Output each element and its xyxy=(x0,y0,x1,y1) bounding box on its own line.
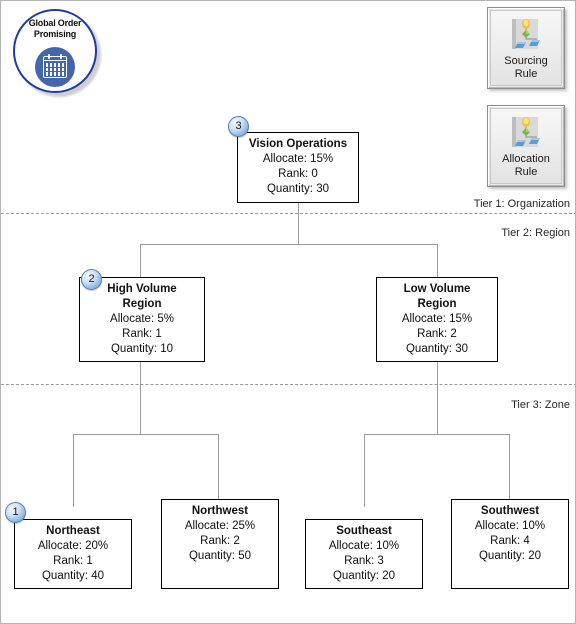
node-northeast-allocate: Allocate: 20% xyxy=(37,540,109,552)
node-southwest-rank: Rank: 4 xyxy=(490,535,530,547)
node-southeast[interactable]: Southeast Allocate: 10% Rank: 3 Quantity… xyxy=(305,519,423,589)
node-vision-operations-rank: Rank: 0 xyxy=(278,168,318,180)
badge-title-line2: Promising xyxy=(33,29,77,39)
allocation-rule-tree-icon xyxy=(512,117,540,147)
node-southeast-rank: Rank: 3 xyxy=(344,555,384,567)
node-northeast[interactable]: Northeast Allocate: 20% Rank: 1 Quantity… xyxy=(14,519,132,589)
node-vision-operations-name: Vision Operations xyxy=(248,138,348,150)
allocation-rule-label-line2: Rule xyxy=(514,166,538,178)
badge-title-line1: Global Order xyxy=(28,18,82,28)
node-vision-operations[interactable]: Vision Operations Allocate: 15% Rank: 0 … xyxy=(237,132,359,203)
node-low-volume-region-rank: Rank: 2 xyxy=(417,328,457,340)
node-northeast-rank: Rank: 1 xyxy=(53,555,93,567)
sourcing-rule-button-face: Sourcing Rule xyxy=(490,10,562,86)
node-northwest-quantity: Quantity: 50 xyxy=(188,550,251,562)
callout-1: 1 xyxy=(5,502,26,523)
connector-to-southwest xyxy=(509,434,510,499)
node-high-volume-region-quantity: Quantity: 10 xyxy=(110,343,173,355)
sourcing-rule-button[interactable]: Sourcing Rule xyxy=(487,7,565,89)
node-northwest-rank: Rank: 2 xyxy=(200,535,240,547)
connector-to-northeast xyxy=(73,434,74,507)
allocation-rule-label-line1: Allocation xyxy=(502,153,550,165)
calendar-glyph xyxy=(43,54,67,78)
connector-to-northwest xyxy=(218,434,219,499)
connector-zone-left-horizontal xyxy=(73,434,219,435)
node-southeast-name: Southeast xyxy=(336,525,392,537)
callout-3: 3 xyxy=(228,116,249,137)
sourcing-rule-tree-icon xyxy=(512,19,540,49)
connector-region-horizontal xyxy=(140,244,438,245)
node-vision-operations-allocate: Allocate: 15% xyxy=(262,153,334,165)
node-southwest-name: Southwest xyxy=(480,505,540,517)
node-southeast-allocate: Allocate: 10% xyxy=(328,540,400,552)
allocation-rule-button[interactable]: Allocation Rule xyxy=(487,105,565,187)
node-northwest-allocate: Allocate: 25% xyxy=(184,520,256,532)
tier-2-label: Tier 2: Region xyxy=(501,227,570,239)
node-low-volume-region-allocate: Allocate: 15% xyxy=(401,313,473,325)
connector-to-high-volume-region xyxy=(140,244,141,277)
sourcing-rule-label: Sourcing Rule xyxy=(491,55,561,81)
callout-2: 2 xyxy=(81,269,102,290)
allocation-rule-label: Allocation Rule xyxy=(491,153,561,179)
node-northeast-name: Northeast xyxy=(46,525,100,537)
node-high-volume-region-allocate: Allocate: 5% xyxy=(110,313,174,325)
node-high-volume-region[interactable]: High Volume Region Allocate: 5% Rank: 1 … xyxy=(79,277,205,362)
connector-lvr-stem xyxy=(437,362,438,435)
node-high-volume-region-name-line2: Region xyxy=(122,298,162,310)
node-low-volume-region[interactable]: Low Volume Region Allocate: 15% Rank: 2 … xyxy=(376,277,498,362)
tier-separator-1 xyxy=(1,213,575,214)
node-southwest-quantity: Quantity: 20 xyxy=(478,550,541,562)
global-order-promising-badge: Global Order Promising xyxy=(13,9,103,99)
tier-separator-2 xyxy=(1,384,575,385)
allocation-rule-button-face: Allocation Rule xyxy=(490,108,562,184)
node-high-volume-region-rank: Rank: 1 xyxy=(122,328,162,340)
tier-1-label: Tier 1: Organization xyxy=(473,198,570,210)
node-low-volume-region-name-line2: Region xyxy=(417,298,457,310)
node-northwest[interactable]: Northwest Allocate: 25% Rank: 2 Quantity… xyxy=(161,499,279,589)
node-low-volume-region-name-line1: Low Volume xyxy=(403,283,471,295)
calendar-icon xyxy=(35,47,75,87)
node-southwest-allocate: Allocate: 10% xyxy=(474,520,546,532)
node-vision-operations-quantity: Quantity: 30 xyxy=(266,183,329,195)
node-northwest-name: Northwest xyxy=(191,505,249,517)
node-southeast-quantity: Quantity: 20 xyxy=(332,570,395,582)
sourcing-rule-label-line2: Rule xyxy=(514,68,538,80)
calendar-days-grid xyxy=(45,63,65,76)
badge-title: Global Order Promising xyxy=(13,18,97,40)
sourcing-rule-label-line1: Sourcing xyxy=(504,55,548,67)
connector-zone-right-horizontal xyxy=(364,434,510,435)
connector-org-to-region-stem xyxy=(298,203,299,245)
connector-to-low-volume-region xyxy=(437,244,438,277)
connector-hvr-stem xyxy=(140,362,141,435)
connector-to-southeast xyxy=(364,434,365,507)
tier-3-label: Tier 3: Zone xyxy=(511,399,570,411)
node-northeast-quantity: Quantity: 40 xyxy=(41,570,104,582)
diagram-canvas: Global Order Promising Sourcing Rule All… xyxy=(0,0,576,624)
node-southwest[interactable]: Southwest Allocate: 10% Rank: 4 Quantity… xyxy=(451,499,569,589)
node-low-volume-region-quantity: Quantity: 30 xyxy=(405,343,468,355)
